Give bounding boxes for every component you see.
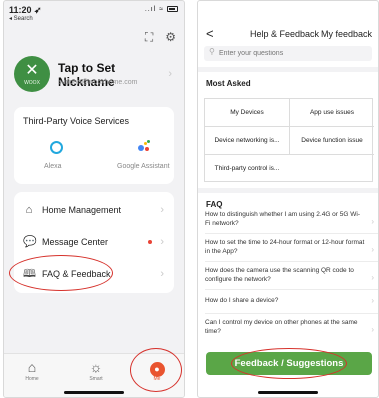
most-asked-cell[interactable]: App use issues <box>290 99 374 127</box>
faq-item[interactable]: How to distinguish whether I am using 2.… <box>205 211 365 228</box>
back-button[interactable]: < <box>206 26 214 42</box>
search-bar[interactable]: ⚲ <box>204 46 372 61</box>
nav-bar: < Help & Feedback My feedback <box>198 26 378 44</box>
chevron-right-icon: › <box>371 325 374 334</box>
faq-divider <box>205 233 378 234</box>
system-icons: ..ıl ≈ <box>145 6 178 13</box>
faq-divider <box>205 261 378 262</box>
home-icon: ⌂ <box>27 359 37 375</box>
voice-services-title: Third-Party Voice Services <box>23 116 130 126</box>
chevron-right-icon: › <box>160 204 164 216</box>
faq-divider <box>205 313 378 314</box>
home-indicator <box>64 391 124 394</box>
annotation-circle-faq <box>9 255 113 291</box>
tab-smart[interactable]: ☼ Smart <box>76 359 116 382</box>
sun-icon: ☼ <box>89 359 103 375</box>
most-asked-grid: My Devices App use issues Device network… <box>204 98 374 183</box>
tab-home[interactable]: ⌂ Home <box>12 359 52 382</box>
home-indicator <box>258 391 318 394</box>
chevron-right-icon: › <box>168 68 172 80</box>
alexa-icon[interactable] <box>50 141 63 154</box>
scan-icon[interactable]: ⛶ <box>145 30 153 45</box>
alexa-label[interactable]: Alexa <box>44 163 62 170</box>
battery-icon <box>167 6 178 13</box>
google-assistant-label[interactable]: Google Assistant <box>117 163 170 170</box>
tab-bar: ⌂ Home ☼ Smart ● Me <box>4 348 184 397</box>
chevron-right-icon: › <box>371 245 374 254</box>
chevron-right-icon: › <box>160 268 164 280</box>
top-icons: ⛶ ⚙ <box>145 30 176 45</box>
signal-wifi-icon: ..ıl ≈ <box>144 6 165 13</box>
menu-item-label: Message Center <box>42 237 109 247</box>
chevron-right-icon: › <box>371 296 374 305</box>
right-screen-help-feedback: < Help & Feedback My feedback ⚲ Most Ask… <box>197 0 379 398</box>
back-to-search-link[interactable]: ◂ Search <box>9 15 33 22</box>
avatar-logo-text: WOOX <box>24 80 40 86</box>
gear-icon[interactable]: ⚙ <box>165 30 176 45</box>
account-email: support@wooxhome.com <box>58 79 138 86</box>
most-asked-cell[interactable]: Device function issue <box>290 127 374 155</box>
annotation-circle-feedback <box>231 348 347 379</box>
annotation-circle-me <box>130 348 182 392</box>
faq-item[interactable]: How to set the time to 24-hour format or… <box>205 239 365 256</box>
search-icon: ⚲ <box>209 47 215 56</box>
left-screen-me: 11:20 ➶ ◂ Search ..ıl ≈ ⛶ ⚙ ✕ WOOX Tap t… <box>3 0 185 398</box>
google-assistant-icon[interactable] <box>137 140 151 154</box>
most-asked-cell[interactable]: My Devices <box>205 99 289 127</box>
faq-item[interactable]: How do I share a device? <box>205 297 365 306</box>
search-input[interactable] <box>219 47 359 59</box>
menu-item-label: Home Management <box>42 205 122 215</box>
faq-title: FAQ <box>206 200 223 209</box>
section-separator <box>198 67 378 72</box>
avatar[interactable]: ✕ <box>14 56 50 92</box>
my-feedback-link[interactable]: My feedback <box>321 29 372 39</box>
home-icon: ⌂ <box>25 204 33 216</box>
faq-item[interactable]: How does the camera use the scanning QR … <box>205 267 365 284</box>
unread-dot-badge <box>148 240 152 244</box>
most-asked-title: Most Asked <box>206 79 251 88</box>
chevron-right-icon: › <box>160 236 164 248</box>
faq-item[interactable]: Can I control my device on other phones … <box>205 319 365 336</box>
page-title: Help & Feedback <box>250 29 320 39</box>
voice-services-card: Third-Party Voice Services Alexa Google … <box>14 107 174 184</box>
message-icon: 💬 <box>23 236 37 248</box>
menu-item-home-management[interactable]: ⌂ Home Management › <box>14 195 174 227</box>
tab-label: Home <box>25 376 39 382</box>
section-separator <box>198 188 378 193</box>
chevron-right-icon: › <box>371 217 374 226</box>
chevron-right-icon: › <box>371 273 374 282</box>
most-asked-cell[interactable]: Device networking is... <box>205 127 289 155</box>
profile-row[interactable]: ✕ WOOX Tap to Set Nickname support@wooxh… <box>14 56 174 96</box>
status-bar: 11:20 ➶ ◂ Search ..ıl ≈ <box>4 1 184 27</box>
most-asked-cell[interactable]: Third-party control is... <box>205 155 289 183</box>
faq-divider <box>205 289 378 290</box>
menu-item-message-center[interactable]: 💬 Message Center › <box>14 227 174 259</box>
tab-label: Smart <box>89 376 103 382</box>
